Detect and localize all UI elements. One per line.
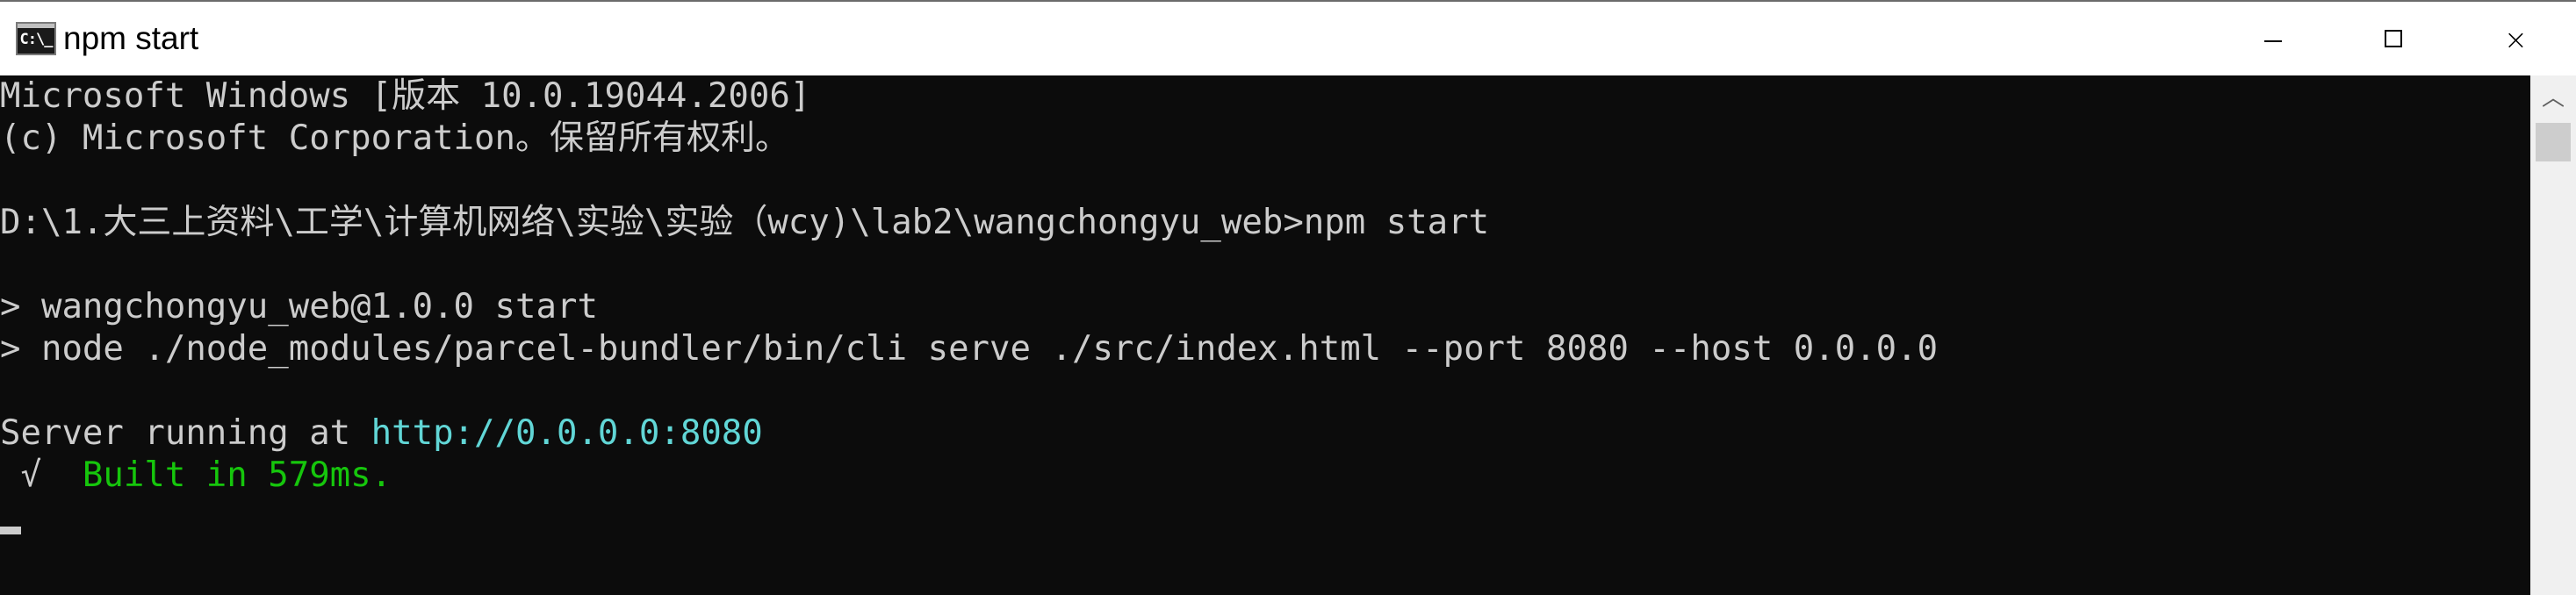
close-button[interactable]: × bbox=[2455, 4, 2576, 75]
title-bar[interactable]: C:\_ npm start × bbox=[0, 0, 2576, 75]
console-line-copyright: (c) Microsoft Corporation。保留所有权利。 bbox=[0, 118, 789, 158]
window-title: npm start bbox=[63, 20, 199, 56]
built-status: Built in 579ms. bbox=[82, 455, 392, 495]
vertical-scrollbar[interactable]: ︿ bbox=[2530, 75, 2576, 595]
server-url-link[interactable]: http://0.0.0.0:8080 bbox=[371, 413, 763, 453]
console-line-built: √ Built in 579ms. bbox=[0, 455, 392, 497]
console-line-version: Microsoft Windows [版本 10.0.19044.2006] bbox=[0, 76, 811, 116]
minimize-icon bbox=[2264, 40, 2282, 42]
console-output[interactable]: Microsoft Windows [版本 10.0.19044.2006] (… bbox=[0, 75, 2530, 595]
close-icon: × bbox=[2504, 23, 2528, 56]
console-line-server: Server running at http://0.0.0.0:8080 bbox=[0, 412, 763, 455]
maximize-button[interactable] bbox=[2334, 4, 2455, 75]
scroll-up-icon[interactable]: ︿ bbox=[2530, 75, 2576, 121]
scrollbar-thumb[interactable] bbox=[2536, 123, 2571, 161]
server-running-label: Server running at bbox=[0, 413, 371, 453]
maximize-icon bbox=[2385, 30, 2402, 47]
console-line-script-cmd: > node ./node_modules/parcel-bundler/bin… bbox=[0, 329, 1939, 369]
console-window: C:\_ npm start × Microsoft Windows [版本 1… bbox=[0, 0, 2576, 595]
console-line-command: D:\1.大三上资料\工学\计算机网络\实验\实验（wcy)\lab2\wang… bbox=[0, 203, 1490, 242]
check-icon: √ bbox=[0, 455, 83, 495]
text-cursor bbox=[0, 527, 21, 534]
console-line-script-name: > wangchongyu_web@1.0.0 start bbox=[0, 287, 598, 326]
minimize-button[interactable] bbox=[2213, 4, 2334, 75]
command-prompt-icon[interactable]: C:\_ bbox=[16, 22, 56, 55]
